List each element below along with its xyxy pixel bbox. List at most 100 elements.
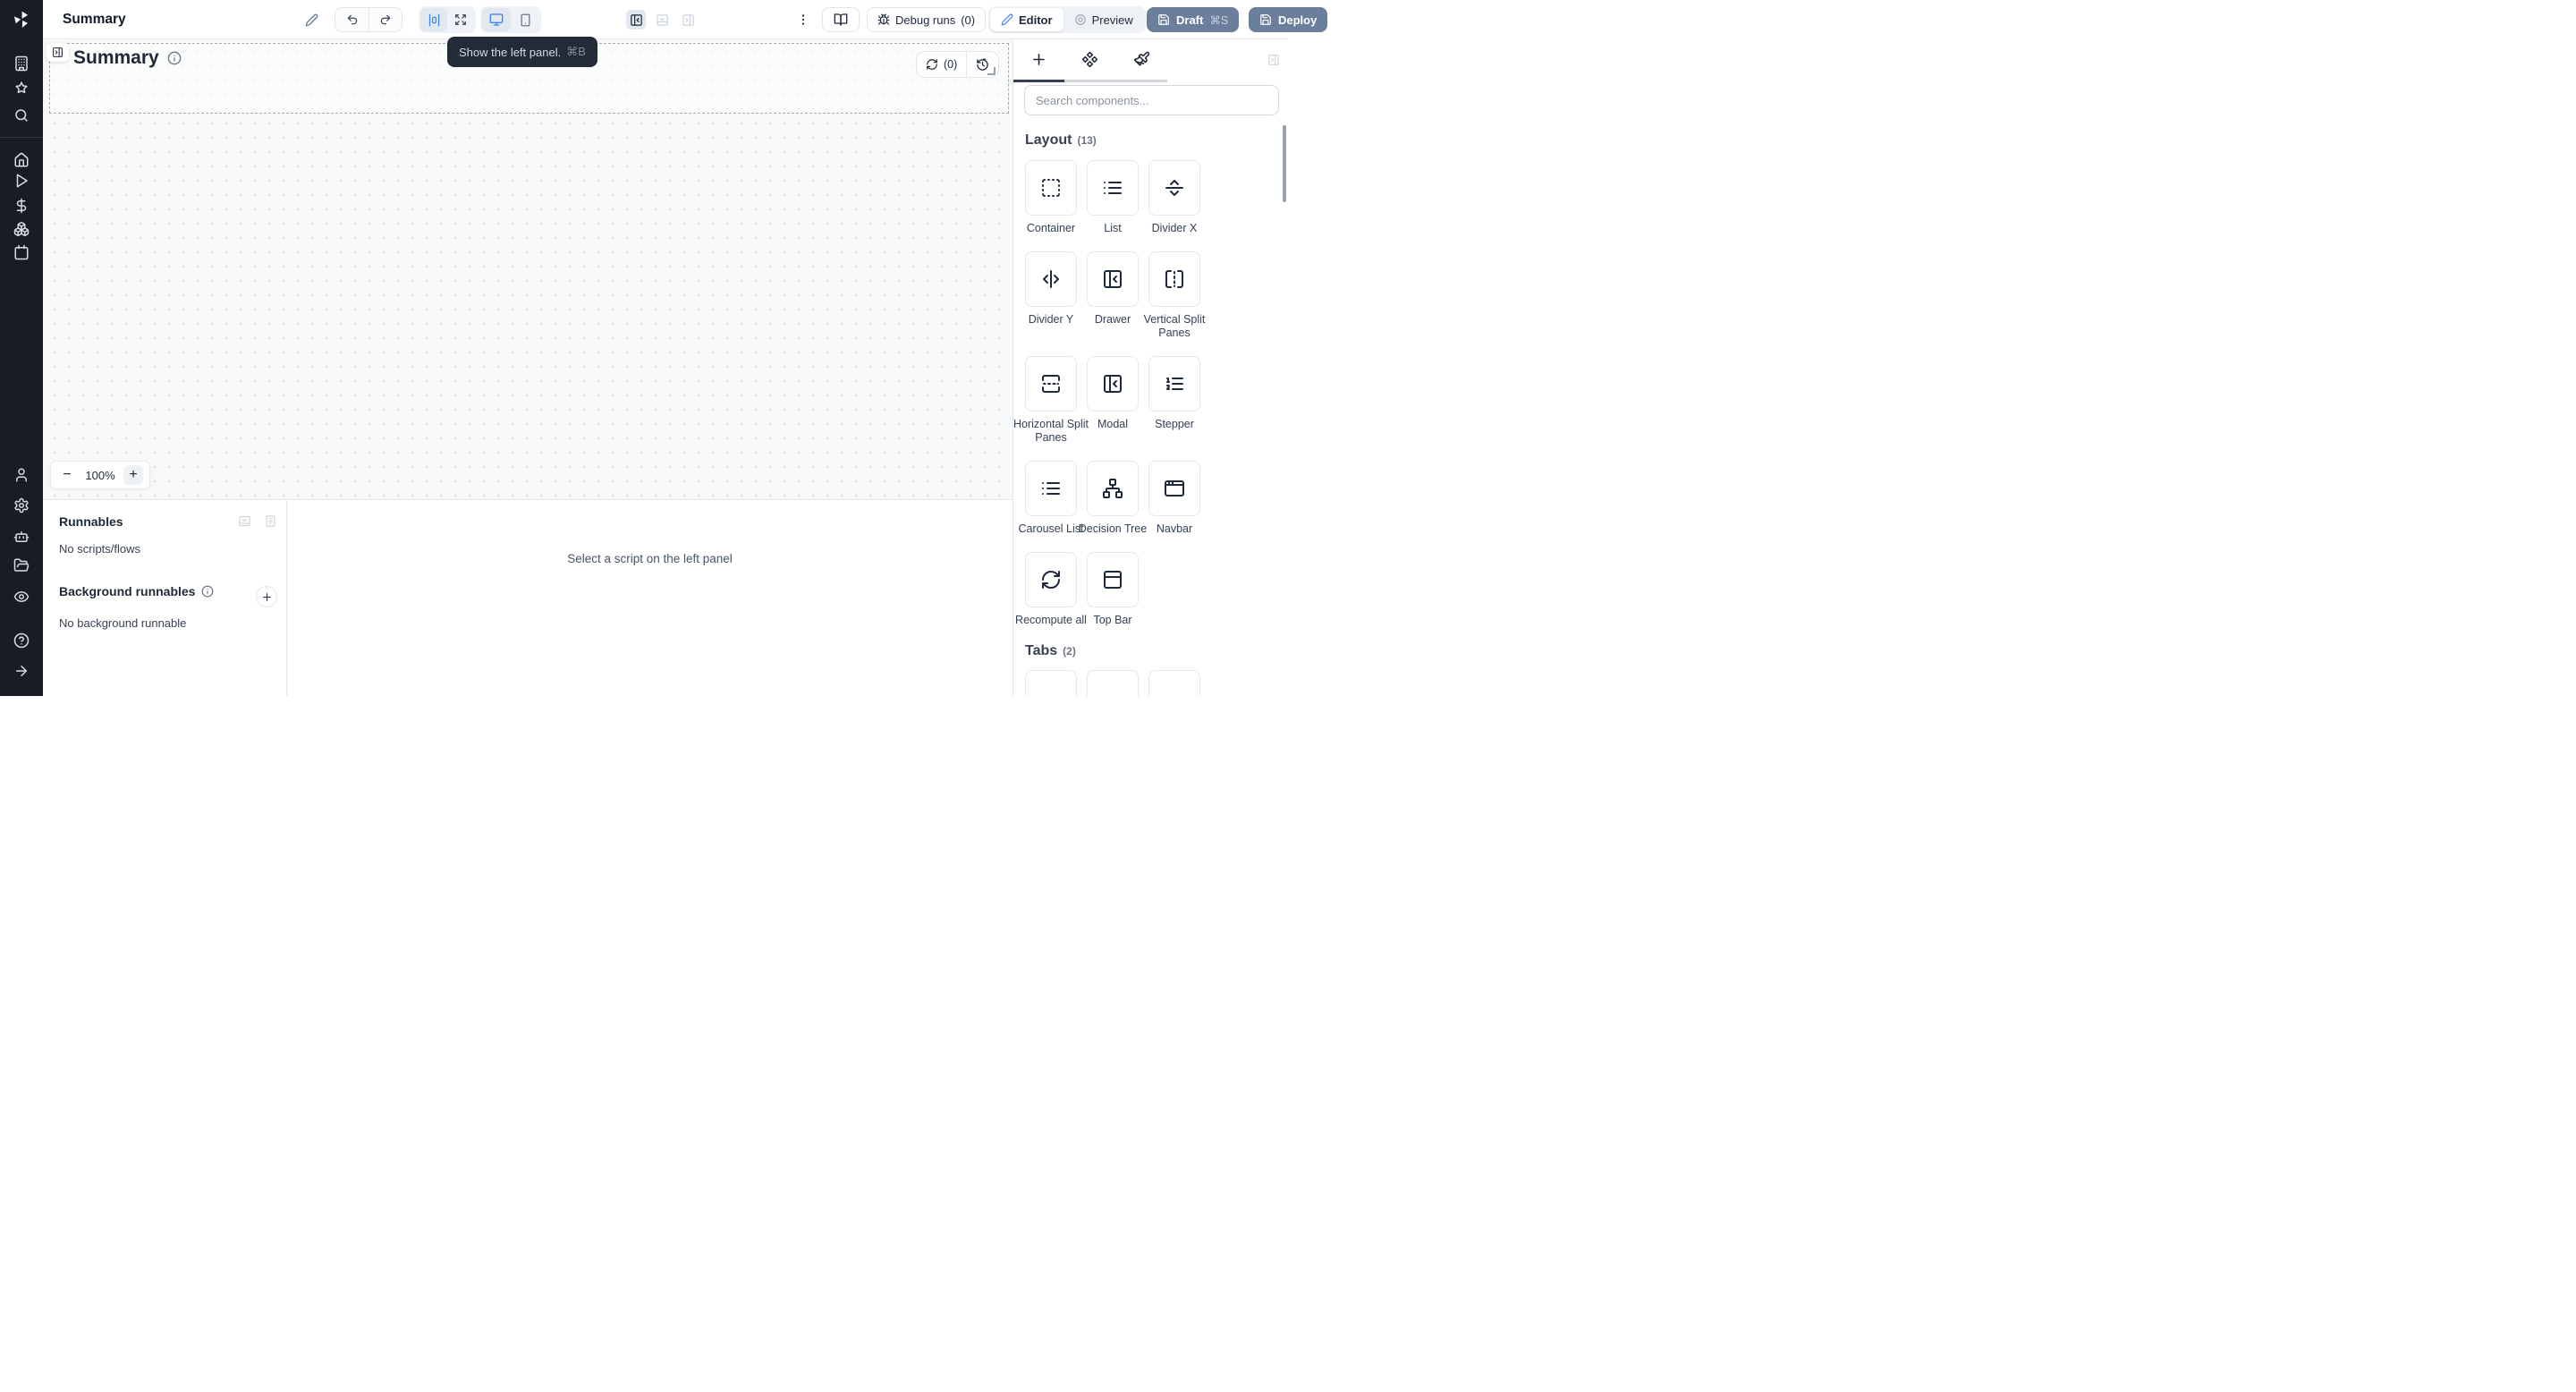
top-bar-component-card[interactable] — [1087, 552, 1139, 607]
recompute-button[interactable]: (0) — [917, 52, 966, 77]
bottom-panel: Runnables No scripts/flows Background ru… — [43, 499, 1013, 696]
debug-runs-button[interactable]: Debug runs (0) — [867, 7, 986, 32]
layout-section-header: Layout (13) — [1025, 132, 1279, 149]
zoom-out-button[interactable]: − — [57, 465, 77, 485]
divider-y-icon — [1040, 268, 1062, 290]
tabs-section-count: (2) — [1063, 645, 1076, 658]
expand-sidebar-arrow-icon[interactable] — [13, 663, 30, 679]
component-cell: Carousel List — [1025, 461, 1077, 536]
zoom-in-button[interactable]: + — [123, 465, 143, 485]
app-title: Summary — [63, 0, 126, 39]
debug-runs-count: (0) — [961, 13, 975, 27]
no-scripts-text: No scripts/flows — [59, 542, 140, 556]
toggle-right-panel-icon[interactable] — [678, 10, 698, 30]
canvas-layout-group — [419, 6, 476, 33]
tab-add-component[interactable] — [1013, 39, 1064, 82]
tabs-component-card[interactable] — [1025, 670, 1077, 696]
settings-gear-icon[interactable] — [13, 497, 30, 514]
tab-theme[interactable] — [1116, 39, 1167, 82]
more-menu-icon[interactable] — [792, 9, 814, 30]
resources-boxes-icon[interactable] — [13, 221, 30, 237]
dock-panel-icon[interactable] — [238, 514, 251, 528]
drawer-component-card[interactable] — [1087, 251, 1139, 307]
ai-bot-icon[interactable] — [13, 529, 30, 545]
preview-tab[interactable]: Preview — [1063, 8, 1144, 31]
container-component-card[interactable] — [1025, 160, 1077, 216]
divider-x-icon — [1164, 177, 1185, 199]
tabs-component-card[interactable] — [1148, 670, 1200, 696]
toggle-bottom-panel-icon[interactable] — [652, 10, 672, 30]
plus-icon — [1030, 51, 1047, 68]
fullscreen-expand-icon[interactable] — [447, 8, 474, 31]
toggle-left-panel-icon[interactable] — [626, 10, 646, 30]
runs-play-icon[interactable] — [13, 173, 30, 189]
horizontal-split-panes-component-card[interactable] — [1025, 356, 1077, 412]
workspace-building-icon[interactable] — [13, 55, 30, 72]
component-cell: Decision Tree — [1087, 461, 1139, 536]
schedules-calendar-icon[interactable] — [13, 244, 30, 260]
tabs-section-header: Tabs (2) — [1025, 643, 1279, 659]
layout-section-count: (13) — [1077, 134, 1096, 147]
component-label: Navbar — [1136, 522, 1213, 536]
component-label: Vertical Split Panes — [1136, 313, 1213, 340]
folders-icon[interactable] — [13, 557, 30, 573]
editor-label: Editor — [1019, 13, 1053, 27]
tabs-component-card[interactable] — [1087, 670, 1139, 696]
collapse-panel-icon[interactable] — [1267, 54, 1280, 66]
list-component-card[interactable] — [1087, 160, 1139, 216]
paintbrush-icon — [1133, 51, 1150, 68]
redo-button[interactable] — [369, 8, 402, 31]
tab-components[interactable] — [1064, 39, 1115, 82]
deploy-button[interactable]: Deploy — [1249, 7, 1327, 32]
search-icon[interactable] — [13, 107, 30, 123]
component-cell: Navbar — [1148, 461, 1200, 536]
stepper-component-card[interactable] — [1148, 356, 1200, 412]
tooltip: Show the left panel. ⌘B — [447, 37, 597, 67]
component-cell: Container — [1025, 160, 1077, 235]
resize-handle[interactable] — [987, 67, 996, 75]
billing-dollar-icon[interactable] — [13, 198, 30, 214]
help-icon[interactable] — [13, 632, 30, 649]
recompute-all-component-card[interactable] — [1025, 552, 1077, 607]
mobile-smartphone-icon[interactable] — [511, 8, 539, 31]
component-cell: Recompute all — [1025, 552, 1077, 627]
save-icon — [1157, 13, 1170, 26]
windmill-app-editor: Summary — [0, 0, 1288, 696]
editor-pencil-icon — [1001, 13, 1013, 26]
favorites-star-icon[interactable] — [13, 81, 30, 97]
search-components-input[interactable] — [1024, 85, 1279, 115]
watch-eye-icon[interactable] — [13, 589, 30, 605]
divider-y-component-card[interactable] — [1025, 251, 1077, 307]
docs-book-button[interactable] — [822, 7, 860, 32]
divider-x-component-card[interactable] — [1148, 160, 1200, 216]
add-background-runnable-button[interactable] — [256, 586, 277, 607]
panel-scrollbar[interactable] — [1283, 125, 1286, 202]
app-canvas[interactable]: Summary (0) − 100% + — [43, 39, 1013, 499]
modal-icon — [1102, 373, 1123, 395]
decision-tree-component-card[interactable] — [1087, 461, 1139, 516]
carousel-list-component-card[interactable] — [1025, 461, 1077, 516]
windmill-logo-icon[interactable] — [12, 10, 31, 30]
info-icon[interactable] — [201, 585, 214, 598]
vertical-split-panes-component-card[interactable] — [1148, 251, 1200, 307]
modal-component-card[interactable] — [1087, 356, 1139, 412]
info-icon[interactable] — [167, 51, 182, 65]
home-icon[interactable] — [13, 152, 30, 168]
editor-tab[interactable]: Editor — [990, 8, 1063, 31]
list-panel-icon[interactable] — [264, 514, 277, 528]
show-component-tree-icon[interactable] — [47, 43, 69, 62]
user-icon[interactable] — [13, 467, 30, 483]
navbar-component-card[interactable] — [1148, 461, 1200, 516]
center-canvas-button[interactable] — [420, 8, 447, 31]
component-cell: Divider X — [1148, 160, 1200, 235]
tooltip-shortcut: ⌘B — [566, 45, 586, 59]
stepper-icon — [1164, 373, 1185, 395]
no-background-runnable-text: No background runnable — [59, 616, 186, 630]
edit-title-pencil-icon[interactable] — [301, 9, 322, 30]
undo-button[interactable] — [335, 8, 369, 31]
desktop-monitor-icon[interactable] — [482, 8, 511, 31]
component-cell: Stepper — [1148, 356, 1200, 445]
draft-button[interactable]: Draft ⌘S — [1147, 7, 1239, 32]
canvas-title-row: Summary — [73, 47, 182, 69]
decision-tree-icon — [1102, 478, 1123, 499]
